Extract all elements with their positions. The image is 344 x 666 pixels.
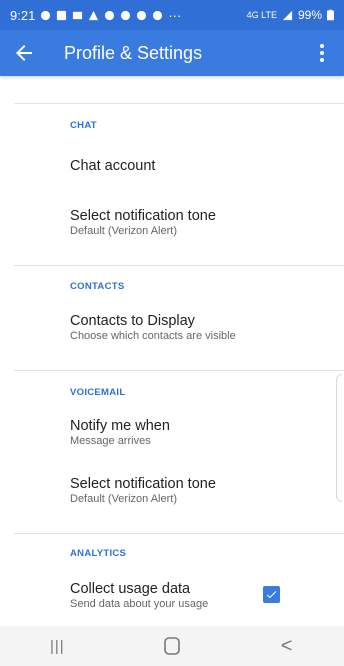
collect-usage-data-item[interactable]: Collect usage data Send data about your … (70, 581, 330, 610)
item-subtitle: Default (Verizon Alert) (70, 225, 177, 237)
divider (14, 103, 344, 104)
divider (14, 265, 344, 266)
section-header-analytics: ANALYTICS (70, 548, 127, 559)
home-button[interactable] (142, 626, 202, 666)
more-vert-icon[interactable] (312, 41, 332, 65)
status-bar: 9:21 ··· 4G LTE 99% (0, 0, 344, 30)
item-subtitle: Choose which contacts are visible (70, 330, 236, 342)
network-label: 4G LTE (246, 10, 277, 20)
back-icon: < (280, 634, 293, 657)
chat-notification-tone-item[interactable]: Select notification tone Default (Verizo… (70, 208, 330, 237)
app-icon (105, 10, 115, 20)
home-icon (164, 637, 180, 655)
section-header-chat: CHAT (70, 120, 97, 131)
item-subtitle: Default (Verizon Alert) (70, 493, 177, 505)
scrollbar[interactable] (336, 374, 342, 502)
item-subtitle: Message arrives (70, 435, 151, 447)
battery-percent: 99% (297, 8, 322, 22)
status-time: 9:21 (10, 7, 36, 23)
app-icon (137, 10, 147, 20)
item-title: Collect usage data (70, 581, 191, 597)
page-title: Profile & Settings (64, 42, 203, 63)
back-button[interactable]: < (257, 626, 317, 666)
more-notifications: ··· (168, 7, 182, 23)
item-title: Contacts to Display (70, 313, 195, 329)
item-title: Chat account (70, 158, 156, 174)
contacts-to-display-item[interactable]: Contacts to Display Choose which contact… (70, 313, 330, 342)
settings-list: CHAT Chat account Select notification to… (0, 76, 344, 626)
mail-icon (73, 11, 83, 19)
warning-icon (89, 10, 99, 20)
notification-icon (57, 10, 67, 20)
app-bar: Profile & Settings (0, 30, 344, 76)
chat-account-item[interactable]: Chat account (70, 158, 330, 174)
arrow-left-icon[interactable] (12, 41, 36, 65)
divider (14, 533, 344, 534)
item-title: Select notification tone (70, 208, 216, 224)
recents-icon: ||| (49, 637, 65, 655)
item-subtitle: Send data about your usage (70, 598, 209, 610)
item-title: Select notification tone (70, 476, 216, 492)
check-icon (266, 591, 277, 599)
app-icon (121, 10, 131, 20)
app-icon (153, 10, 163, 20)
voicemail-notification-tone-item[interactable]: Select notification tone Default (Verizo… (70, 476, 330, 505)
battery-icon (327, 9, 334, 21)
usage-data-checkbox[interactable] (263, 586, 280, 603)
notify-me-when-item[interactable]: Notify me when Message arrives (70, 418, 330, 447)
signal-icon (282, 10, 293, 20)
item-title: Notify me when (70, 418, 170, 434)
section-header-contacts: CONTACTS (70, 281, 125, 292)
section-header-voicemail: VOICEMAIL (70, 387, 126, 398)
system-nav-bar: ||| < (0, 626, 344, 666)
recent-apps-button[interactable]: ||| (27, 626, 87, 666)
notification-icon (41, 10, 51, 20)
divider (14, 370, 344, 371)
